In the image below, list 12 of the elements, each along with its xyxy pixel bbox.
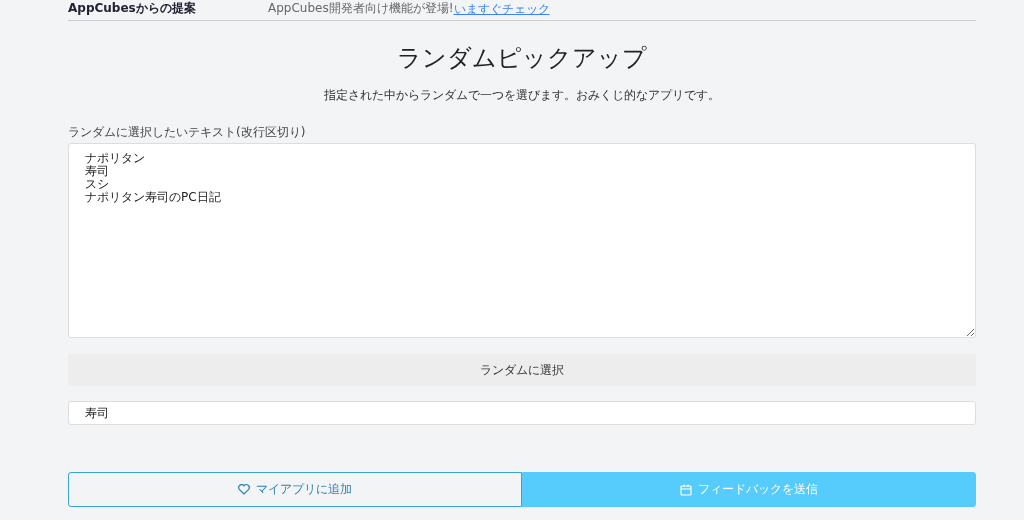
random-select-button[interactable]: ランダムに選択 [68, 354, 976, 386]
check-link[interactable]: いますぐチェック [453, 1, 550, 18]
text-input-area[interactable]: ナポリタン 寿司 スシ ナポリタン寿司のPC日記 [68, 143, 976, 338]
heart-icon [238, 484, 250, 495]
suggestion-label: AppCubesからの提案 [68, 1, 197, 15]
add-to-my-apps-button[interactable]: マイアプリに追加 [68, 472, 522, 507]
description: 指定された中からランダムで一つを選びます。おみくじ的なアプリです。 [323, 87, 721, 104]
announcement-text: AppCubes開発者向け機能が登場! [268, 1, 454, 15]
result-field[interactable]: 寿司 [68, 401, 976, 425]
page-title: ランダムピックアップ [396, 43, 648, 73]
calendar-icon [680, 483, 692, 496]
field-label: ランダムに選択したいテキスト(改行区切り) [68, 124, 307, 141]
